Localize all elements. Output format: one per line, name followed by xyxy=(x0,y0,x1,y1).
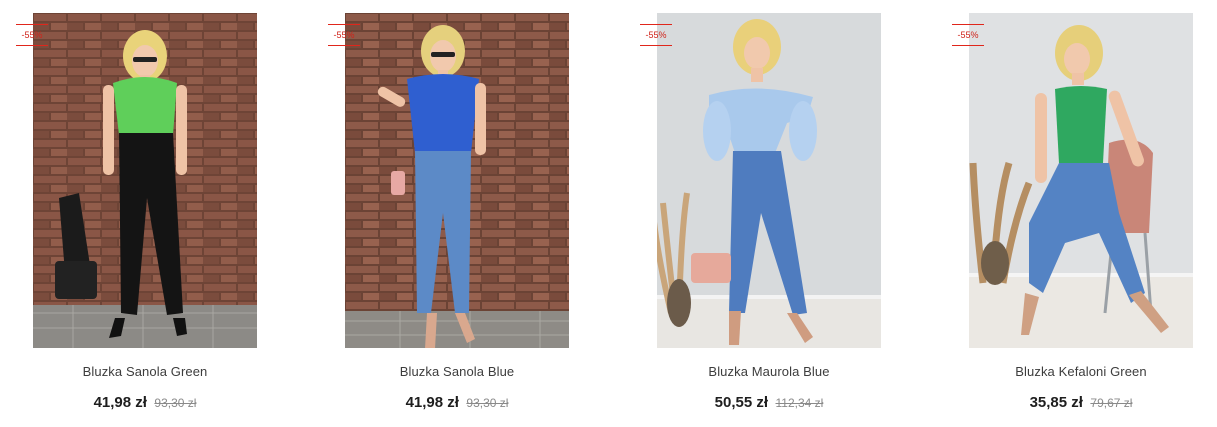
discount-badge: -55% xyxy=(952,24,984,46)
price-old: 93,30 zł xyxy=(154,396,197,410)
discount-badge: -55% xyxy=(640,24,672,46)
price-current: 50,55 zł xyxy=(714,394,769,411)
product-card[interactable]: -55% Bluzka Kefaloni Green 35,85 zł 79,6… xyxy=(952,13,1193,418)
discount-badge: -55% xyxy=(16,24,48,46)
product-photo[interactable] xyxy=(969,13,1193,348)
price-current: 41,98 zł xyxy=(405,394,459,411)
product-card[interactable]: -55% xyxy=(16,13,257,418)
product-card[interactable]: -55% Bluzka Maurola Blue 50,55 zł 112,34… xyxy=(640,13,881,418)
product-image xyxy=(657,13,881,348)
product-name[interactable]: Bluzka Sanola Blue xyxy=(345,364,569,379)
product-grid: -55% Bluzka Sanola Green 41,98 zł 93,30 … xyxy=(0,0,1217,427)
product-name[interactable]: Bluzka Maurola Blue xyxy=(657,364,881,379)
product-photo[interactable] xyxy=(33,13,257,348)
product-photo[interactable] xyxy=(657,13,881,348)
product-name[interactable]: Bluzka Sanola Green xyxy=(33,364,257,379)
product-image xyxy=(33,13,257,348)
price-current: 41,98 zł xyxy=(93,394,147,411)
price-old: 93,30 zł xyxy=(466,396,509,410)
product-prices: 50,55 zł 112,34 zł xyxy=(657,394,881,412)
product-prices: 41,98 zł 93,30 zł xyxy=(345,394,569,412)
discount-badge: -55% xyxy=(328,24,360,46)
product-card[interactable]: -55% xyxy=(328,13,569,418)
product-prices: 35,85 zł 79,67 zł xyxy=(969,394,1193,412)
product-image xyxy=(969,13,1193,348)
price-old: 79,67 zł xyxy=(1090,396,1133,410)
product-photo[interactable] xyxy=(345,13,569,348)
product-name[interactable]: Bluzka Kefaloni Green xyxy=(969,364,1193,379)
price-current: 35,85 zł xyxy=(1029,394,1083,411)
price-old: 112,34 zł xyxy=(775,396,824,410)
product-prices: 41,98 zł 93,30 zł xyxy=(33,394,257,412)
product-image xyxy=(345,13,569,348)
